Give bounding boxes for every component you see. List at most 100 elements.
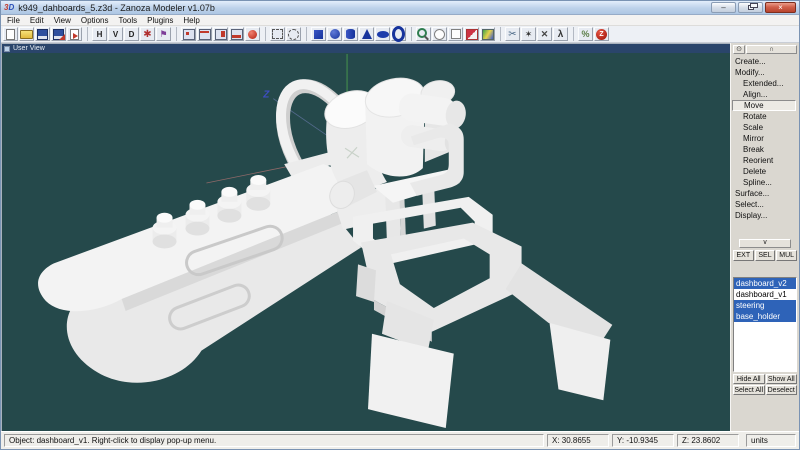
sel-button[interactable]: SEL <box>754 250 776 261</box>
zoom-icon[interactable] <box>411 27 431 41</box>
status-z: Z: 23.8602 <box>677 434 739 447</box>
panel-item-rotate[interactable]: Rotate <box>732 111 798 122</box>
status-units: units <box>746 434 796 447</box>
menu-tools[interactable]: Tools <box>113 16 142 25</box>
panel-item-create[interactable]: Create... <box>732 56 798 67</box>
panel-item-modify[interactable]: Modify... <box>732 67 798 78</box>
select-circle-icon[interactable] <box>286 27 301 41</box>
deselect-button[interactable]: Deselect <box>765 385 797 395</box>
rollup-arch-button[interactable]: ∩ <box>746 45 797 54</box>
save-as-icon[interactable] <box>51 27 66 41</box>
star-tool-icon[interactable] <box>521 27 536 41</box>
object-item-steering[interactable]: steering <box>734 300 796 311</box>
window-title: k949_dahboards_5.z3d - Zanoza Modeler v1… <box>18 2 215 13</box>
menubar: File Edit View Options Tools Plugins Help <box>1 15 799 26</box>
render-sphere-icon[interactable] <box>245 27 260 41</box>
statusbar: Object: dashboard_v1. Right-click to dis… <box>1 431 799 449</box>
rollup-settings-button[interactable]: ⊙ <box>733 45 745 54</box>
panel-menu: Create... Modify... Extended... Align... Mov… <box>732 56 798 221</box>
close-button[interactable]: × <box>765 2 796 13</box>
panel-item-extended[interactable]: Extended... <box>732 78 798 89</box>
viewport-header: User View <box>2 44 730 53</box>
minimize-button[interactable]: – <box>711 2 736 13</box>
wire-cube-icon[interactable] <box>448 27 463 41</box>
axis-z-label: Z <box>262 90 270 101</box>
faces-mode-icon[interactable] <box>213 27 228 41</box>
status-message: Object: dashboard_v1. Right-click to dis… <box>4 434 544 447</box>
dashboard-arm[interactable] <box>38 164 371 383</box>
restore-button[interactable] <box>738 2 763 13</box>
viewport-label: User View <box>13 45 45 52</box>
mul-button[interactable]: MUL <box>776 250 798 261</box>
menu-view[interactable]: View <box>49 16 76 25</box>
person-icon[interactable] <box>553 27 568 41</box>
panel-item-delete[interactable]: Delete <box>732 166 798 177</box>
flag-icon[interactable] <box>156 27 171 41</box>
render-view-icon[interactable] <box>480 27 495 41</box>
ext-button[interactable]: EXT <box>733 250 754 261</box>
panel-item-spline[interactable]: Spline... <box>732 177 798 188</box>
menu-help[interactable]: Help <box>178 16 204 25</box>
app-window: 3D k949_dahboards_5.z3d - Zanoza Modeler… <box>0 0 800 450</box>
viewport-3d[interactable]: User View Z <box>1 43 730 431</box>
menu-file[interactable]: File <box>2 16 25 25</box>
status-y: Y: -10.9345 <box>612 434 674 447</box>
primitive-cone-icon[interactable] <box>359 27 374 41</box>
scissors-icon[interactable] <box>500 27 520 41</box>
open-file-icon[interactable] <box>19 27 34 41</box>
panel-item-break[interactable]: Break <box>732 144 798 155</box>
v-view-button[interactable]: V <box>108 27 123 41</box>
panel-item-mirror[interactable]: Mirror <box>732 133 798 144</box>
select-all-button[interactable]: Select All <box>733 385 765 395</box>
panel-item-scale[interactable]: Scale <box>732 122 798 133</box>
primitive-ellipsoid-icon[interactable] <box>375 27 390 41</box>
object-item-base-holder[interactable]: base_holder <box>734 311 796 322</box>
vertices-mode-icon[interactable] <box>176 27 196 41</box>
base-holder[interactable] <box>333 178 613 429</box>
delete-star-icon[interactable] <box>140 27 155 41</box>
viewport-icon <box>4 45 10 52</box>
mode-buttons: EXT SEL MUL <box>733 250 798 261</box>
object-list[interactable]: dashboard_v2 dashboard_v1 steering base_hol… <box>733 277 797 372</box>
toolbar: HVD Z <box>1 26 799 43</box>
objects-mode-icon[interactable] <box>229 27 244 41</box>
panel-item-align[interactable]: Align... <box>732 89 798 100</box>
status-x: X: 30.8655 <box>547 434 609 447</box>
menu-options[interactable]: Options <box>76 16 114 25</box>
gauge-cluster[interactable] <box>320 73 468 212</box>
d-view-button[interactable]: D <box>124 27 139 41</box>
restore-icon <box>747 3 758 10</box>
wire-sphere-icon[interactable] <box>432 27 447 41</box>
material-badge-icon[interactable] <box>573 27 593 41</box>
new-file-icon[interactable] <box>3 27 18 41</box>
app-logo-icon: 3D <box>4 3 15 12</box>
primitive-sphere-icon[interactable] <box>327 27 342 41</box>
edges-mode-icon[interactable] <box>197 27 212 41</box>
export-icon[interactable] <box>67 27 82 41</box>
panel-item-move[interactable]: Move <box>732 100 796 111</box>
select-rectangle-icon[interactable] <box>265 27 285 41</box>
panel-item-reorient[interactable]: Reorient <box>732 155 798 166</box>
titlebar: 3D k949_dahboards_5.z3d - Zanoza Modeler… <box>1 1 799 15</box>
scene-canvas[interactable]: Z <box>2 53 730 431</box>
save-file-icon[interactable] <box>35 27 50 41</box>
panel-collapse-button[interactable]: ∨ <box>739 239 791 248</box>
hide-all-button[interactable]: Hide All <box>733 374 765 384</box>
primitive-cube-icon[interactable] <box>306 27 326 41</box>
attach-icon[interactable] <box>537 27 552 41</box>
object-item-dashboard-v1[interactable]: dashboard_v1 <box>734 289 796 300</box>
panel-item-surface[interactable]: Surface... <box>732 188 798 199</box>
texture-icon[interactable] <box>464 27 479 41</box>
menu-plugins[interactable]: Plugins <box>142 16 178 25</box>
primitive-torus-icon[interactable] <box>391 27 406 41</box>
object-list-buttons: Hide All Show All Select All Deselect <box>733 374 797 395</box>
right-panel: ⊙ ∩ Create... Modify... Extended... Align..… <box>730 43 799 431</box>
panel-item-display[interactable]: Display... <box>732 210 798 221</box>
h-view-button[interactable]: H <box>87 27 107 41</box>
object-item-dashboard-v2[interactable]: dashboard_v2 <box>734 278 796 289</box>
primitive-cylinder-icon[interactable] <box>343 27 358 41</box>
menu-edit[interactable]: Edit <box>25 16 49 25</box>
show-all-button[interactable]: Show All <box>765 374 797 384</box>
panel-item-select[interactable]: Select... <box>732 199 798 210</box>
zanoza-logo-icon[interactable]: Z <box>594 27 609 41</box>
